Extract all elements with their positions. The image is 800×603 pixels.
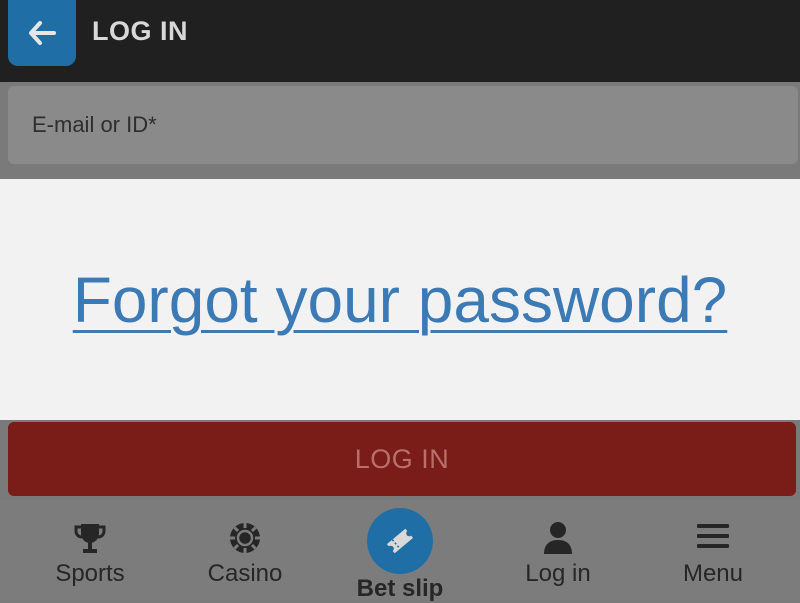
nav-label-casino: Casino: [207, 560, 283, 587]
nav-label-log-in: Log in: [525, 560, 591, 587]
forgot-password-link[interactable]: Forgot your password?: [73, 263, 728, 337]
top-bar: LOG IN: [0, 0, 800, 82]
nav-label-sports: Sports: [55, 560, 125, 587]
nav-item-casino[interactable]: Casino: [165, 500, 325, 600]
bottom-nav: Sports Casino Bet slip Log in Menu: [0, 500, 800, 602]
nav-item-log-in[interactable]: Log in: [478, 500, 638, 600]
nav-item-menu[interactable]: Menu: [633, 500, 793, 600]
nav-label-menu: Menu: [682, 560, 744, 587]
back-button[interactable]: [8, 0, 76, 66]
trophy-icon: [74, 524, 106, 553]
page-title: LOG IN: [92, 16, 188, 46]
casino-chip-icon: [230, 523, 260, 553]
nav-item-sports[interactable]: Sports: [10, 500, 170, 600]
forgot-password-highlight: Forgot your password?: [0, 179, 800, 420]
login-button[interactable]: LOG IN: [8, 422, 796, 496]
nav-item-bet-slip[interactable]: Bet slip: [320, 500, 480, 602]
arrow-left-icon: [29, 21, 56, 45]
email-field[interactable]: [8, 86, 798, 164]
nav-label-bet-slip: Bet slip: [356, 575, 444, 602]
hamburger-menu-icon: [697, 524, 729, 548]
ticket-icon: [386, 528, 414, 554]
user-icon: [544, 522, 572, 554]
email-field-container: [8, 86, 798, 164]
bet-slip-badge: [367, 508, 433, 574]
